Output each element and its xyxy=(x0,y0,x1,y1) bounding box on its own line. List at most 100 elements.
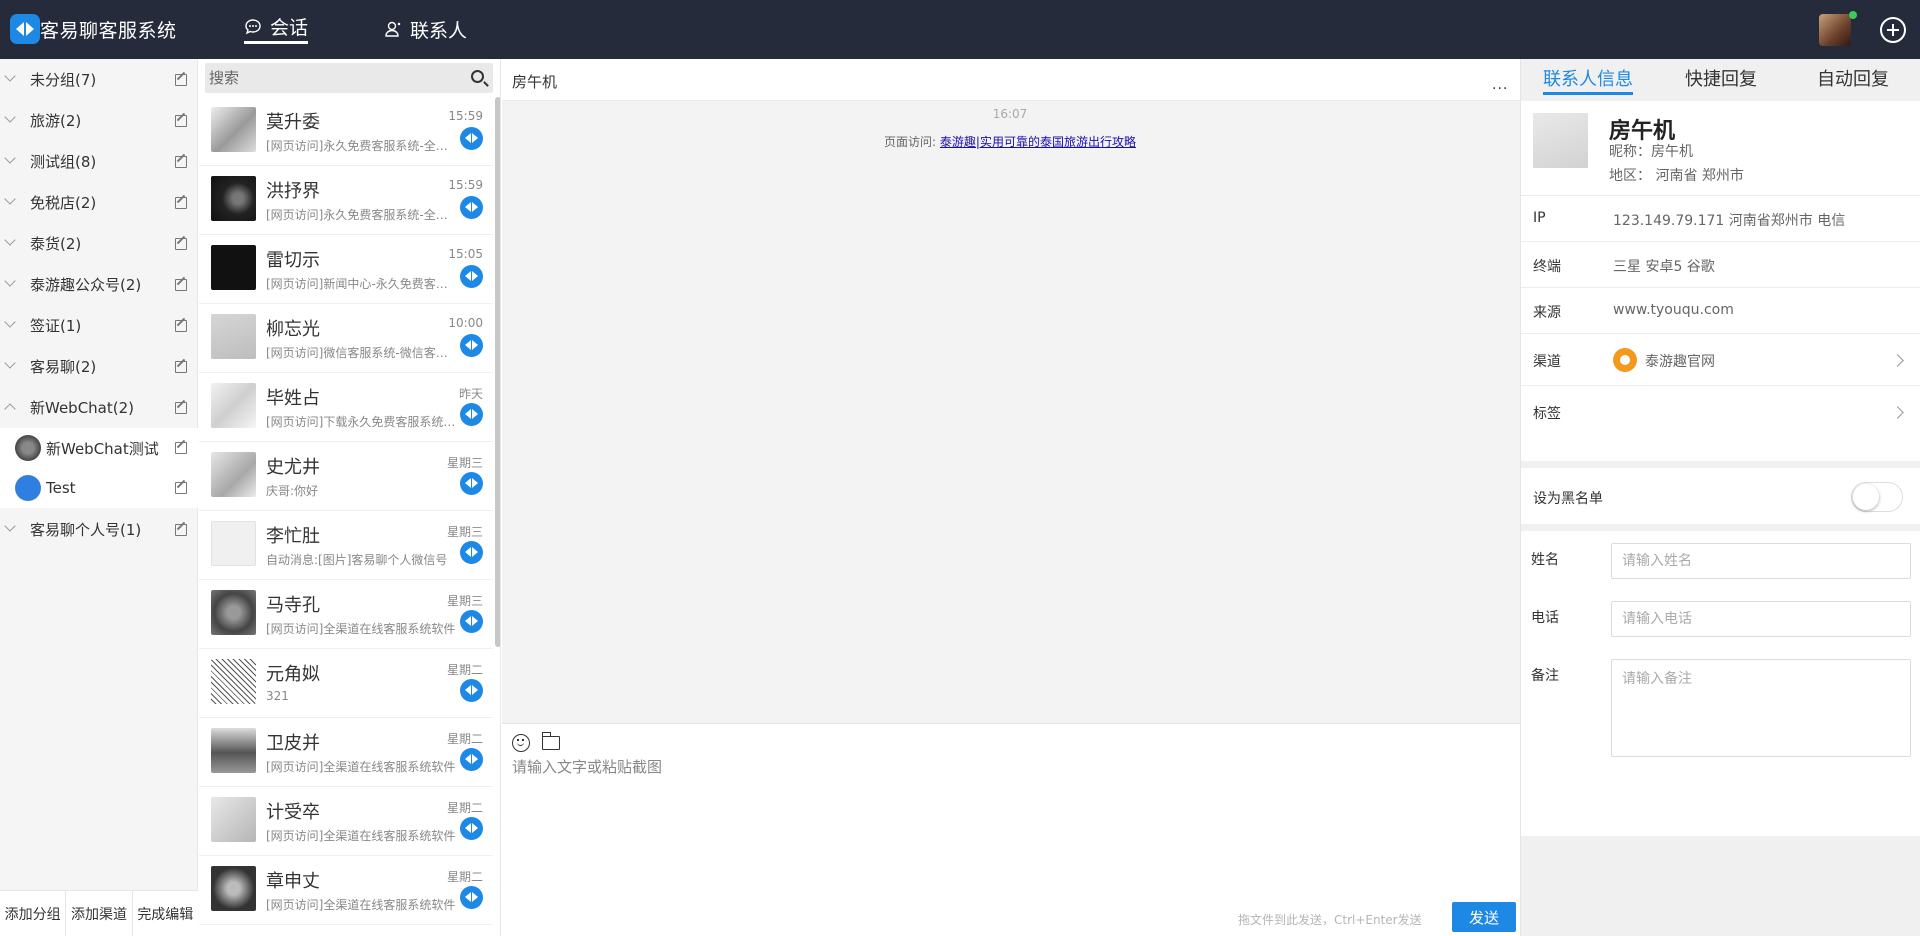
conversation-time: 星期三 xyxy=(446,456,483,470)
info-row-channel[interactable]: 渠道 泰游趣官网 xyxy=(1521,333,1920,385)
edit-icon[interactable] xyxy=(175,114,187,127)
message-input[interactable] xyxy=(512,756,1502,886)
conversation-item[interactable]: 莫升委 [网页访问]永久免费客服系统-全渠道在线客服系统 15:59 xyxy=(199,97,493,166)
contact-region: 地区： 河南省 郑州市 xyxy=(1609,168,1744,184)
emoji-icon[interactable] xyxy=(512,734,530,752)
conversation-item[interactable]: 柳忘光 [网页访问]微信客服系统-微信客服软件 10:00 xyxy=(199,304,493,373)
edit-icon[interactable] xyxy=(175,401,187,414)
edit-icon[interactable] xyxy=(175,278,187,291)
conversation-avatar xyxy=(211,659,256,704)
edit-icon[interactable] xyxy=(175,482,187,494)
chevron-down-icon xyxy=(4,70,16,82)
group-item[interactable]: 未分组(7) xyxy=(0,59,198,100)
conversation-last-message: [网页访问]下载永久免费客服系统软件 xyxy=(266,415,456,429)
note-field[interactable] xyxy=(1611,659,1911,757)
edit-icon[interactable] xyxy=(175,360,187,373)
channel-label: Test xyxy=(46,479,76,497)
group-item[interactable]: 免税店(2) xyxy=(0,182,198,223)
send-button[interactable]: 发送 xyxy=(1452,902,1516,932)
conversation-time: 星期二 xyxy=(446,801,483,815)
channel-logo-icon xyxy=(460,472,483,495)
conversation-item[interactable]: 史尤井 庆哥:你好 星期三 xyxy=(199,442,493,511)
channel-item[interactable]: Test xyxy=(0,468,198,508)
group-item[interactable]: 泰游趣公众号(2) xyxy=(0,264,198,305)
conversation-item[interactable]: 马寺孔 [网页访问]全渠道在线客服系统软件 星期三 xyxy=(199,580,493,649)
group-label: 未分组(7) xyxy=(30,71,97,89)
conversation-avatar xyxy=(211,728,256,773)
info-key: 渠道 xyxy=(1533,354,1561,370)
group-item[interactable]: 泰货(2) xyxy=(0,223,198,264)
group-item[interactable]: 客易聊(2) xyxy=(0,346,198,387)
tab-contacts[interactable]: 联系人 xyxy=(384,14,467,44)
edit-icon[interactable] xyxy=(175,319,187,332)
conversation-item[interactable]: 卫皮并 [网页访问]全渠道在线客服系统软件 星期二 xyxy=(199,718,493,787)
conversation-item[interactable]: 计受卒 [网页访问]全渠道在线客服系统软件 星期二 xyxy=(199,787,493,856)
finish-edit-button[interactable]: 完成编辑 xyxy=(132,891,198,936)
more-options-icon[interactable]: ... xyxy=(1492,77,1508,93)
conversation-item[interactable]: 李忙肚 自动消息:[图片]客易聊个人微信号 星期三 xyxy=(199,511,493,580)
blacklist-toggle[interactable] xyxy=(1851,482,1903,512)
conversation-time: 15:59 xyxy=(448,178,483,192)
channel-brand-icon xyxy=(1613,348,1637,372)
visit-link[interactable]: 泰游趣|实用可靠的泰国旅游出行攻略 xyxy=(940,135,1136,149)
chevron-down-icon xyxy=(4,152,16,164)
group-label: 泰游趣公众号(2) xyxy=(30,276,142,294)
edit-icon[interactable] xyxy=(175,442,187,454)
add-group-button[interactable]: 添加分组 xyxy=(0,891,67,936)
conversation-last-message: [网页访问]永久免费客服系统-全渠道在线客服系统 xyxy=(266,208,456,222)
conversation-name: 计受卒 xyxy=(266,802,320,823)
conversation-avatar xyxy=(211,383,256,428)
conversation-item[interactable]: 章申丈 [网页访问]全渠道在线客服系统软件 星期二 xyxy=(199,856,493,925)
contact-avatar xyxy=(1533,113,1588,168)
phone-field[interactable] xyxy=(1611,601,1911,637)
send-hint: 拖文件到此发送，Ctrl+Enter发送 xyxy=(1238,913,1422,927)
group-item[interactable]: 测试组(8) xyxy=(0,141,198,182)
group-item[interactable]: 客易聊个人号(1) xyxy=(0,509,198,550)
edit-icon[interactable] xyxy=(175,73,187,86)
group-label: 旅游(2) xyxy=(30,112,82,130)
group-item[interactable]: 签证(1) xyxy=(0,305,198,346)
group-label: 新WebChat(2) xyxy=(30,399,135,417)
edit-icon[interactable] xyxy=(175,237,187,250)
group-label: 免税店(2) xyxy=(30,194,97,212)
conversation-item[interactable]: 雷切示 [网页访问]新闻中心-永久免费客服系统 15:05 xyxy=(199,235,493,304)
info-value: 泰游趣官网 xyxy=(1645,354,1715,370)
contact-info-panel: 联系人信息 快捷回复 自动回复 房午机 昵称：房午机 地区： 河南省 郑州市 I… xyxy=(1520,59,1920,936)
info-row-tags[interactable]: 标签 xyxy=(1521,385,1920,437)
tab-auto-reply[interactable]: 自动回复 xyxy=(1817,65,1889,91)
search-input[interactable] xyxy=(209,67,459,89)
add-channel-button[interactable]: 添加渠道 xyxy=(66,891,133,936)
info-key: IP xyxy=(1533,210,1546,226)
name-field[interactable] xyxy=(1611,543,1911,579)
conversation-avatar xyxy=(211,452,256,497)
group-item[interactable]: 旅游(2) xyxy=(0,100,198,141)
conversation-scrollbar[interactable] xyxy=(495,97,500,647)
channel-item[interactable]: 新WebChat测试 xyxy=(0,428,198,468)
info-value: 三星 安卓5 谷歌 xyxy=(1613,259,1715,275)
conversation-avatar xyxy=(211,797,256,842)
conversation-avatar xyxy=(211,314,256,359)
info-key: 来源 xyxy=(1533,305,1561,321)
conversation-last-message: [网页访问]新闻中心-永久免费客服系统 xyxy=(266,277,456,291)
user-avatar[interactable] xyxy=(1819,14,1851,46)
chevron-down-icon xyxy=(4,234,16,246)
conversation-time: 星期二 xyxy=(446,870,483,884)
blacklist-row: 设为黑名单 xyxy=(1521,468,1920,524)
conversation-item[interactable]: 元角姒 321 星期二 xyxy=(199,649,493,718)
chevron-right-icon xyxy=(1891,354,1904,367)
conversation-item[interactable]: 毕姓占 [网页访问]下载永久免费客服系统软件 昨天 xyxy=(199,373,493,442)
edit-icon[interactable] xyxy=(175,155,187,168)
tab-contact-info[interactable]: 联系人信息 xyxy=(1543,65,1633,95)
conversation-item[interactable]: 洪抒界 [网页访问]永久免费客服系统-全渠道在线客服系统 15:59 xyxy=(199,166,493,235)
add-plus-icon[interactable] xyxy=(1880,17,1906,43)
name-label: 姓名 xyxy=(1531,552,1559,568)
channel-logo-icon xyxy=(460,610,483,633)
folder-icon[interactable] xyxy=(542,732,560,750)
tab-quick-reply[interactable]: 快捷回复 xyxy=(1685,65,1757,91)
edit-icon[interactable] xyxy=(175,196,187,209)
contact-form: 姓名 电话 备注 xyxy=(1521,531,1920,836)
search-icon[interactable] xyxy=(471,70,484,83)
edit-icon[interactable] xyxy=(175,523,187,536)
tab-sessions[interactable]: 会话 xyxy=(244,14,309,44)
group-item-expanded[interactable]: 新WebChat(2) xyxy=(0,387,198,428)
